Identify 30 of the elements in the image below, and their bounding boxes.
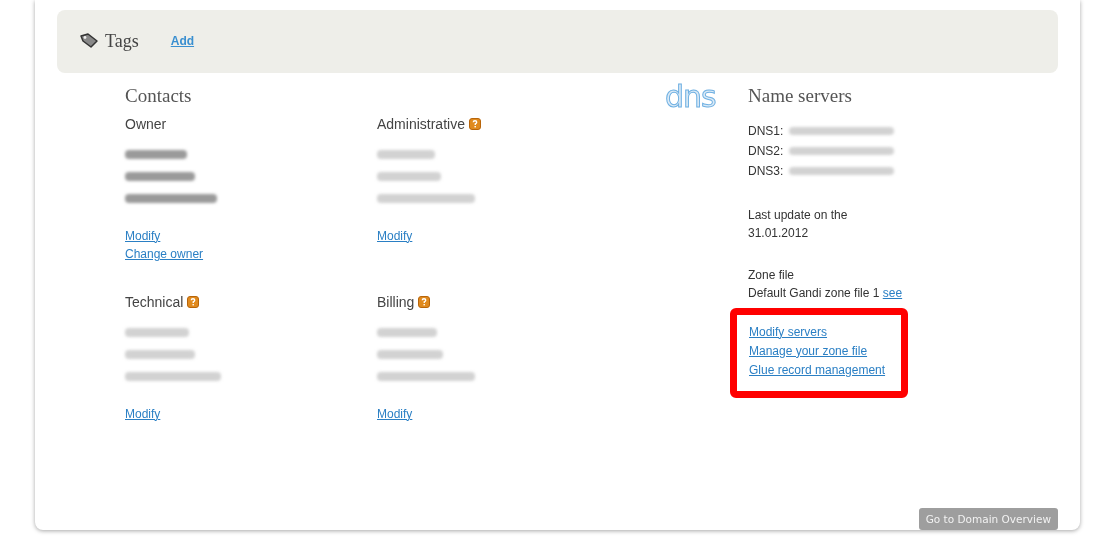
contact-label: Billing xyxy=(377,293,415,310)
dns-action-link[interactable]: Glue record management xyxy=(749,362,886,377)
contact-link[interactable]: Modify xyxy=(377,228,413,243)
add-link[interactable]: Add xyxy=(170,34,195,49)
server-label: DNS1: xyxy=(748,123,784,138)
contact-label: Technical xyxy=(125,293,184,310)
help-icon[interactable] xyxy=(468,117,481,130)
contact-link[interactable]: Modify xyxy=(125,228,161,243)
last-update-text: Last update on the xyxy=(748,206,849,224)
server-label: DNS3: xyxy=(748,163,784,178)
dns-logo: dns xyxy=(665,82,717,116)
zone-file-label: Zone file xyxy=(748,266,796,284)
last-update-text: 31.01.2012 xyxy=(748,224,810,242)
name-servers-heading: Name servers xyxy=(748,84,853,108)
help-icon[interactable] xyxy=(418,295,431,308)
see-link[interactable]: see xyxy=(882,285,903,300)
contact-link[interactable]: Modify xyxy=(125,406,161,421)
zone-file-name: Default Gandi zone file 1 xyxy=(748,285,880,300)
contact-link[interactable]: Change owner xyxy=(125,246,204,261)
go-to-overview-button[interactable]: Go to Domain Overview xyxy=(918,508,1058,530)
server-label: DNS2: xyxy=(748,143,784,158)
dns-action-link[interactable]: Modify servers xyxy=(749,324,828,339)
tags-title: Tags xyxy=(105,30,139,52)
tag-icon xyxy=(79,33,99,50)
contact-label: Administrative xyxy=(377,115,465,132)
help-icon[interactable] xyxy=(187,295,200,308)
contacts-heading: Contacts xyxy=(125,84,193,108)
dns-action-link[interactable]: Manage your zone file xyxy=(749,343,868,358)
contact-link[interactable]: Modify xyxy=(377,406,413,421)
contact-label: Owner xyxy=(125,115,167,132)
